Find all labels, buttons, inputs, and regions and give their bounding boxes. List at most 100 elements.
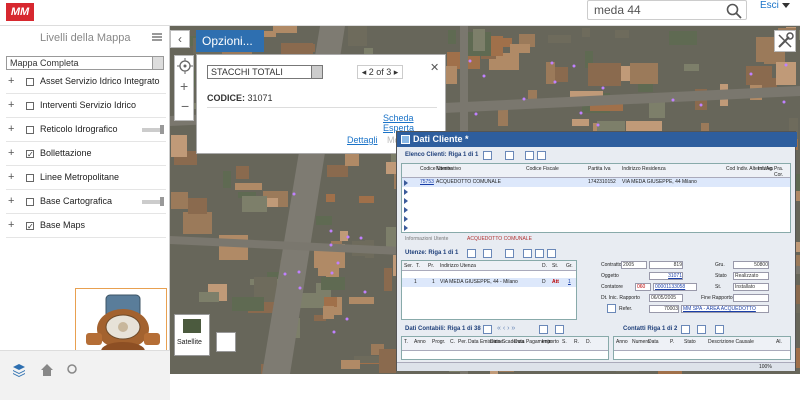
column-header[interactable]: Inf. Ag. xyxy=(758,166,774,172)
opacity-slider[interactable] xyxy=(142,197,164,206)
row-selector-icon[interactable] xyxy=(404,216,408,222)
row-selector-icon[interactable] xyxy=(404,207,408,213)
search-icon[interactable] xyxy=(681,325,690,334)
search-box[interactable]: meda 44 xyxy=(587,0,747,20)
map-thumbnail-button[interactable] xyxy=(216,332,236,352)
column-header[interactable]: Codice Fiscale xyxy=(526,166,559,172)
excel-icon[interactable] xyxy=(505,151,514,160)
layer-item[interactable]: + Base Cartografica xyxy=(6,192,166,214)
tools-button[interactable] xyxy=(774,30,796,52)
column-header[interactable]: P. xyxy=(670,339,674,345)
refer-name[interactable]: MM SPA - AREA ACQUEDOTTO xyxy=(681,305,769,313)
column-header[interactable]: R. xyxy=(574,339,579,345)
row-selector-icon[interactable] xyxy=(404,198,408,204)
layer-checkbox[interactable]: ✓ xyxy=(26,150,34,159)
column-header[interactable]: Stato xyxy=(684,339,696,345)
zoom-level[interactable]: 100% xyxy=(759,364,772,370)
column-header[interactable]: Data xyxy=(648,339,659,345)
exit-link[interactable]: Esci xyxy=(760,0,779,11)
excel-icon[interactable] xyxy=(555,325,564,334)
layer-item[interactable]: + Asset Servizio Idrico Integrato xyxy=(6,72,166,94)
meter-prefix[interactable]: 060 xyxy=(635,283,651,291)
column-header[interactable]: D. xyxy=(542,263,547,269)
column-header[interactable]: Anno xyxy=(616,339,628,345)
grid-icon[interactable] xyxy=(525,151,534,160)
opacity-slider[interactable] xyxy=(142,125,164,134)
state-field[interactable]: Realizzato xyxy=(733,272,769,280)
expand-icon[interactable]: + xyxy=(8,99,14,111)
column-header[interactable]: Partita Iva xyxy=(588,166,611,172)
refresh-icon[interactable] xyxy=(483,249,492,258)
row-selector-icon[interactable] xyxy=(404,225,408,231)
table-row[interactable]: 1 1 VIA MEDA GIUSEPPE, 44 - Milano D Att… xyxy=(402,278,576,287)
zoom-in-icon[interactable]: + xyxy=(180,78,188,94)
column-header[interactable]: Indirizzo Utenza xyxy=(440,263,476,269)
layer-item[interactable]: + ✓ Base Maps xyxy=(6,216,166,238)
column-header[interactable]: T. xyxy=(404,339,408,345)
layer-checkbox[interactable] xyxy=(26,126,34,134)
column-header[interactable]: Descrizione Causale xyxy=(708,339,754,345)
contract-year[interactable]: 2005 xyxy=(621,261,647,269)
expand-icon[interactable]: + xyxy=(8,171,14,183)
table-row[interactable]: 75753 ACQUEDOTTO COMUNALE 1742310152 VIA… xyxy=(402,178,790,187)
search-icon[interactable] xyxy=(726,3,742,19)
column-header[interactable]: Pr. xyxy=(428,263,434,269)
chevron-down-icon[interactable] xyxy=(782,3,790,8)
layer-item[interactable]: + Interventi Servizio Idrico xyxy=(6,96,166,118)
utility-group[interactable]: 1 xyxy=(568,279,571,285)
expand-icon[interactable]: + xyxy=(8,147,14,159)
search-icon[interactable] xyxy=(66,363,80,377)
meter-state-field[interactable]: Installato xyxy=(733,283,769,291)
locate-icon[interactable] xyxy=(177,58,193,74)
basemap-toggle[interactable]: Satellite xyxy=(174,314,210,356)
select-arrow-icon[interactable] xyxy=(311,66,322,78)
column-header[interactable]: S. xyxy=(562,339,567,345)
grid-icon[interactable] xyxy=(523,249,532,258)
layer-checkbox[interactable] xyxy=(26,102,34,110)
column-header[interactable]: Progr. xyxy=(432,339,445,345)
mm-logo[interactable]: MM xyxy=(6,3,34,21)
column-header[interactable]: Indirizzo Residenza xyxy=(622,166,666,172)
end-date-field[interactable] xyxy=(733,294,769,302)
expert-sheet-link[interactable]: Scheda Esperta xyxy=(383,113,445,133)
row-selector-icon[interactable] xyxy=(404,180,408,186)
start-date-field[interactable]: 06/05/2005 xyxy=(649,294,683,302)
expand-icon[interactable]: + xyxy=(8,195,14,207)
column-header[interactable]: Anno xyxy=(414,339,426,345)
close-icon[interactable]: ✕ xyxy=(430,61,439,74)
collapse-sidebar-button[interactable]: ‹ xyxy=(170,30,190,48)
group-field[interactable]: 50800 xyxy=(733,261,769,269)
basemap-select[interactable]: Mappa Completa xyxy=(6,56,164,70)
column-header[interactable]: Importo xyxy=(542,339,559,345)
details-link[interactable]: Dettagli xyxy=(347,135,378,145)
document-icon[interactable] xyxy=(547,249,556,258)
object-field[interactable]: 31071 xyxy=(649,272,683,280)
layer-item[interactable]: + ✓ Bollettazione xyxy=(6,144,166,166)
search-icon[interactable] xyxy=(467,249,476,258)
home-icon[interactable] xyxy=(40,363,54,377)
column-header[interactable]: Pra. Cor. xyxy=(774,166,790,178)
settings-icon[interactable] xyxy=(535,249,544,258)
zoom-out-icon[interactable]: − xyxy=(181,98,189,114)
column-header[interactable]: St. xyxy=(552,263,558,269)
refer-number[interactable]: 70003 xyxy=(649,305,679,313)
excel-icon[interactable] xyxy=(505,249,514,258)
excel-icon[interactable] xyxy=(715,325,724,334)
column-header[interactable]: T. xyxy=(416,263,420,269)
layer-item[interactable]: + Linee Metropolitane xyxy=(6,168,166,190)
meter-number[interactable]: 00001133058 xyxy=(653,283,697,291)
column-header[interactable]: C. xyxy=(450,339,455,345)
column-header[interactable]: Ser. xyxy=(404,263,413,269)
column-header[interactable]: Al. xyxy=(776,339,782,345)
refresh-icon[interactable] xyxy=(697,325,706,334)
customer-code[interactable]: 75753 xyxy=(420,179,434,185)
next-icon[interactable]: ▸ xyxy=(391,67,399,77)
options-tab[interactable]: Opzioni... xyxy=(196,30,264,52)
layer-item[interactable]: + Reticolo Idrografico xyxy=(6,120,166,142)
list-icon[interactable] xyxy=(152,33,162,41)
refresh-icon[interactable] xyxy=(483,151,492,160)
row-selector-icon[interactable] xyxy=(404,189,408,195)
document-icon[interactable] xyxy=(607,304,616,313)
select-arrow-icon[interactable] xyxy=(152,57,163,69)
expand-icon[interactable]: + xyxy=(8,219,14,231)
